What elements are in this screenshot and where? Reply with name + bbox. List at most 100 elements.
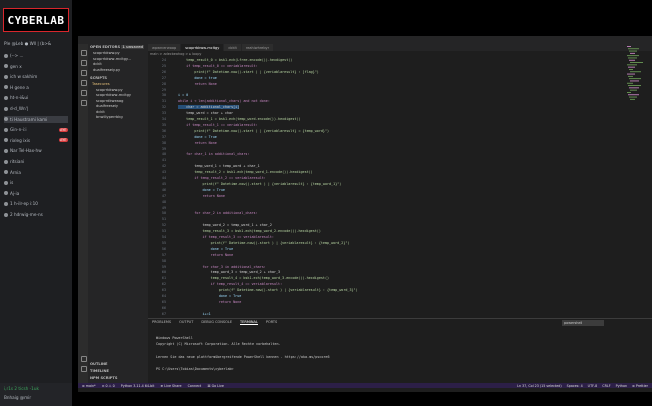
status-item[interactable]: Spaces: 4	[567, 384, 583, 388]
line-number: 25	[161, 63, 166, 68]
logo-text: CYBERLAB	[7, 13, 65, 27]
code-line: return None	[178, 193, 225, 198]
source-control-icon[interactable]	[81, 70, 87, 76]
left-panel: CYBERLAB Ple @Leb ● Wll | (b>& (--> ... g…	[0, 0, 72, 406]
line-number: 58	[161, 258, 166, 263]
line-number: 57	[161, 252, 166, 257]
editor-tab[interactable]: dckit	[224, 44, 241, 51]
outline-section[interactable]: OUTLINE	[90, 362, 108, 366]
code-line: temp_result_4 = bsk1.ech(temp_word_3.enc…	[178, 276, 330, 281]
status-item[interactable]: ⌘ Go Live	[207, 384, 224, 388]
channel-label: Nar Tel-Hax-hw	[10, 148, 42, 154]
panel-tab[interactable]: OUTPUT	[179, 320, 193, 324]
minimap-line	[627, 73, 635, 75]
panel-tab[interactable]: DEBUG CONSOLE	[201, 320, 232, 324]
panel-tab[interactable]: PROBLEMS	[152, 320, 171, 324]
open-editor-item[interactable]: dualfreeseiy.py	[93, 68, 120, 72]
channel-label: ti Haustrami kami	[10, 116, 48, 122]
channel-item[interactable]: ti Haustrami kami	[4, 115, 68, 123]
open-editor-item[interactable]: dckit	[93, 62, 102, 66]
status-item[interactable]: UTF-8	[588, 384, 598, 388]
file-item[interactable]: dckit	[96, 110, 105, 114]
scripts-header[interactable]: SCRIPTS	[90, 76, 107, 80]
status-item[interactable]: Connect	[188, 384, 202, 388]
line-number: 49	[161, 205, 166, 210]
code-line: return None	[178, 140, 217, 145]
channel-item[interactable]: (--> ...	[4, 52, 68, 59]
status-item[interactable]: Ln 37, Col 23 (15 selected)	[517, 384, 562, 388]
editor-tab[interactable]: scoprrbkww-mcitgy	[181, 44, 224, 51]
open-editor-item[interactable]: scoprrbkww-mcitgy...	[93, 57, 131, 61]
channel-item[interactable]: is	[4, 179, 68, 186]
channel-item[interactable]: ich w sakhim	[4, 73, 68, 80]
file-item[interactable]: scoprrdkweaag	[96, 99, 123, 103]
open-editor-item[interactable]: scoprrbkww.py	[93, 51, 120, 55]
channel-item[interactable]: 2 hdrwig-me-ns	[4, 211, 68, 218]
line-number: 27	[161, 75, 166, 80]
channel-icon	[4, 180, 8, 185]
channel-icon	[4, 159, 8, 164]
file-item[interactable]: scoprrbkww.py	[96, 88, 123, 92]
npm-scripts-section[interactable]: NPM SCRIPTS	[90, 376, 117, 380]
channel-item[interactable]: rixleg ixis AYE	[4, 137, 68, 144]
line-number: 52	[161, 223, 166, 228]
file-item[interactable]: bnwiliyperrbkg	[96, 115, 123, 119]
line-number: 24	[161, 58, 166, 62]
timeline-section[interactable]: TIMELINE	[90, 369, 109, 373]
channel-item[interactable]: H gene a	[4, 84, 68, 91]
extensions-icon[interactable]	[81, 90, 87, 96]
minimap[interactable]	[626, 44, 644, 104]
status-item[interactable]: Python	[616, 384, 627, 388]
channel-icon	[4, 53, 8, 58]
channel-item[interactable]: ht-n-i&ui	[4, 94, 68, 101]
account-icon[interactable]	[81, 356, 87, 362]
channel-item[interactable]: Arnia	[4, 169, 68, 176]
remote-icon[interactable]	[81, 100, 87, 106]
channel-label: Gin-n-i:i	[10, 127, 27, 133]
code-line: print(f" Datetime.now()-start ) | {veria…	[178, 240, 350, 245]
voice-status[interactable]: i,r1s 2 ticsh -1uk	[4, 385, 39, 392]
user-name[interactable]: Bnhaig @mir	[4, 394, 31, 401]
terminal-line: PS C:\Users\Tobias\Documents\cyberlab>	[156, 367, 236, 371]
channel-item[interactable]: Gin-n-i:i AYE	[4, 126, 68, 133]
status-item[interactable]: ⊗ main*	[82, 384, 96, 388]
minimap-line	[629, 87, 639, 89]
line-number: 56	[161, 246, 166, 251]
line-number: 41	[161, 158, 166, 163]
file-item[interactable]: Tasecures	[92, 82, 110, 86]
channel-item[interactable]: d-d_Wn'|	[4, 105, 68, 112]
editor-tab[interactable]: wpwrcerwoop	[148, 44, 181, 51]
channel-item[interactable]: Aj-ia	[4, 190, 68, 197]
channel-label: ich w sakhim	[10, 74, 38, 80]
channel-item[interactable]: gen x	[4, 63, 68, 70]
file-item[interactable]: scoprrbkww-mcitgy	[96, 93, 131, 97]
file-item[interactable]: dualfreeseiy	[96, 104, 118, 108]
open-editors-header[interactable]: OPEN EDITORS 1 unsaved	[90, 45, 145, 49]
line-number: 60	[161, 270, 166, 275]
code-line: temp_word_2 = temp_word_1 + char_2	[178, 223, 272, 228]
gear-icon[interactable]	[81, 366, 87, 372]
minimap-line	[630, 98, 635, 100]
status-item[interactable]: CRLF	[602, 384, 610, 388]
channel-item[interactable]: ritsiani	[4, 158, 68, 165]
status-item[interactable]: Python 3.11.4 64-bit	[121, 384, 155, 388]
status-item[interactable]: ⊙ 0 ⚠ 0	[102, 384, 115, 388]
line-number: 43	[161, 170, 166, 175]
editor-tabs: wpwrcerwoop scoprrbkww-mcitgy dckit reahiwh…	[148, 44, 652, 51]
minimap-line	[627, 92, 631, 93]
channel-item[interactable]: 1 h-ilr-ep i:10	[4, 200, 68, 207]
status-item[interactable]: ⊗ Prettier	[632, 384, 648, 388]
terminal-shell-select[interactable]: powershell	[562, 320, 604, 326]
run-debug-icon[interactable]	[81, 80, 87, 86]
search-icon[interactable]	[81, 60, 87, 66]
status-item[interactable]: ⊕ Live Share	[160, 384, 181, 388]
minimap-line	[627, 55, 639, 57]
panel-tab[interactable]: TERMINAL	[240, 320, 258, 325]
channel-item[interactable]: Nar Tel-Hax-hw	[4, 147, 68, 154]
channel-icon	[4, 127, 8, 132]
editor-tab[interactable]: reahiwhrebyr	[241, 44, 274, 51]
panel-tab[interactable]: PORTS	[266, 320, 277, 324]
line-number: 61	[161, 276, 166, 281]
code-editor[interactable]: 24 temp_result_0 = bsk1.ech(Lfree.encode…	[148, 56, 618, 316]
explorer-icon[interactable]	[81, 50, 87, 56]
